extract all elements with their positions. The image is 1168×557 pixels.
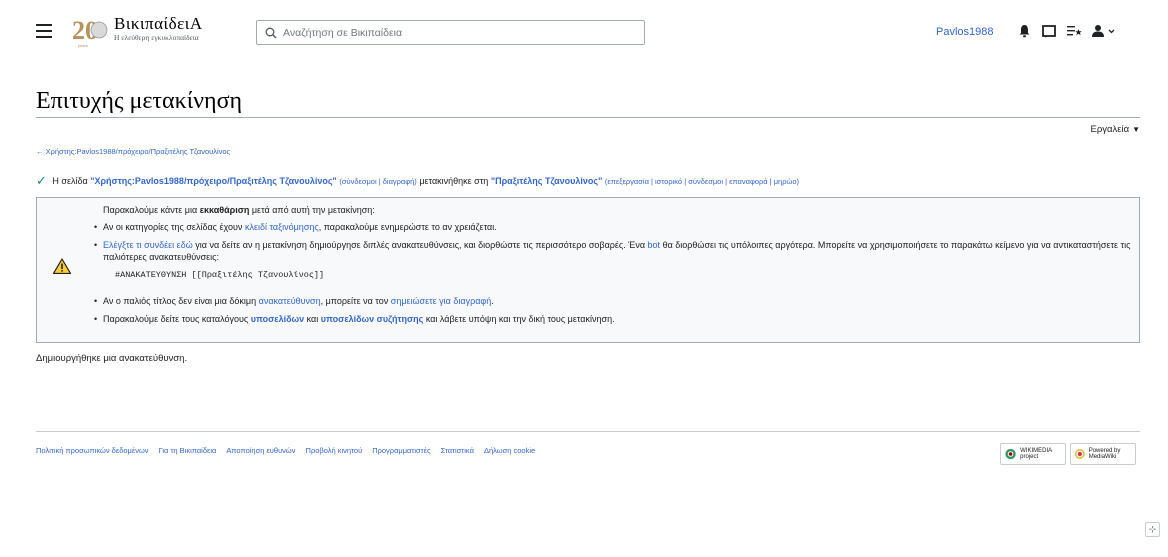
mediawiki-logo-icon — [1075, 449, 1085, 459]
success-prefix: Η σελίδα — [52, 176, 88, 186]
wikimedia-logo-icon — [1005, 448, 1016, 460]
mediawiki-badge-text: Powered by MediaWiki — [1088, 448, 1121, 460]
chevron-down-icon: ▼ — [1132, 125, 1140, 134]
cleanup-notice-box: Παρακαλούμε κάντε μια εκκαθάριση μετά απ… — [36, 197, 1140, 343]
list-item: Παρακαλούμε δείτε τους καταλόγους υποσελ… — [91, 313, 1131, 325]
notice-intro: Παρακαλούμε κάντε μια εκκαθάριση μετά απ… — [103, 205, 375, 215]
old-title-tools-links[interactable]: (σύνδεσμοι | διαγραφή) — [339, 177, 416, 186]
mediawiki-powered-badge[interactable]: Powered by MediaWiki — [1070, 443, 1136, 465]
svg-text:years: years — [78, 43, 88, 48]
footer-links: Πολιτική προσωπικών δεδομένων Για τη Βικ… — [36, 446, 535, 455]
what-links-here-link[interactable]: Ελέγξτε τι συνδέει εδώ — [103, 240, 193, 250]
search-box[interactable] — [256, 20, 645, 45]
back-to-old-page-link[interactable]: ← Χρήστης:Pavlos1988/πρόχειρο/Πραξιτέλης… — [36, 147, 230, 156]
wikimedia-badge-text: WIKIMEDIA project — [1020, 448, 1052, 460]
list-item: Αν ο παλιός τίτλος δεν είναι μια δόκιμη … — [91, 295, 1131, 307]
user-menu-icon[interactable] — [1091, 23, 1117, 39]
footer-link-cookie-statement[interactable]: Δήλωση cookie — [484, 446, 535, 455]
footer-link-developers[interactable]: Προγραμματιστές — [372, 446, 430, 455]
footer-link-disclaimers[interactable]: Αποποίηση ευθυνών — [226, 446, 295, 455]
watchlist-icon[interactable] — [1066, 23, 1082, 39]
new-title-tools-links[interactable]: (επεξεργασία | ιστορικό | σύνδεσμοι | επ… — [605, 177, 799, 186]
warning-icon — [53, 258, 71, 274]
title-divider — [36, 117, 1140, 118]
search-icon — [265, 27, 277, 38]
redirect-link[interactable]: ανακατεύθυνση — [259, 296, 321, 306]
page-title: Επιτυχής μετακίνηση — [36, 88, 243, 114]
subpages-link[interactable]: υποσελίδων — [251, 314, 304, 324]
site-header: 20 years ΒικιπαίδειΑ Η ελεύθερη εγκυκλοπ… — [0, 0, 1168, 62]
talk-subpages-link[interactable]: υποσελίδων συζήτησης — [321, 314, 424, 324]
list-item: Αν οι κατηγορίες της σελίδας έχουν κλειδ… — [91, 221, 1131, 233]
site-tagline: Η ελεύθερη εγκυκλοπαίδεια — [114, 33, 199, 42]
redirect-code-snippet: #ΑΝΑΚΑΤΕΥΘΥΝΣΗ [[Πραξιτέλης Τζανουλίνος]… — [115, 270, 325, 280]
success-middle: μετακινήθηκε στη — [419, 176, 489, 186]
old-title-link[interactable]: "Χρήστης:Pavlos1988/πρόχειρο/Πραξιτέλης … — [90, 176, 337, 186]
footer-link-mobile-view[interactable]: Προβολή κινητού — [306, 446, 363, 455]
bot-link[interactable]: bot — [648, 240, 661, 250]
sort-key-link[interactable]: κλειδί ταξινόμησης — [245, 222, 319, 232]
footer-link-about[interactable]: Για τη Βικιπαίδεια — [159, 446, 217, 455]
redirect-created-message: Δημιουργήθηκε μια ανακατεύθυνση. — [36, 353, 188, 364]
wikipedia-20-logo[interactable]: 20 years — [70, 13, 110, 49]
notices-tray-icon[interactable] — [1041, 23, 1057, 39]
tools-label: Εργαλεία — [1090, 124, 1130, 135]
success-check-icon: ✓ — [36, 173, 47, 188]
footer-link-statistics[interactable]: Στατιστικά — [441, 446, 474, 455]
notifications-bell-icon[interactable] — [1016, 23, 1032, 39]
new-title-link[interactable]: "Πραξιτέλης Τζανουλίνος" — [491, 176, 603, 186]
list-item: Ελέγξτε τι συνδέει εδώ για να δείτε αν η… — [91, 239, 1131, 281]
tools-menu-button[interactable]: Εργαλεία ▼ — [1091, 124, 1141, 135]
collapse-corner-icon[interactable]: ⊹ — [1145, 522, 1160, 537]
mark-for-deletion-link[interactable]: σημειώσετε για διαγραφή — [391, 296, 492, 306]
search-input[interactable] — [283, 26, 623, 39]
move-success-message: ✓ Η σελίδα "Χρήστης:Pavlos1988/πρόχειρο/… — [36, 173, 799, 189]
main-menu-button[interactable] — [36, 24, 52, 38]
site-wordmark[interactable]: ΒικιπαίδειΑ Η ελεύθερη εγκυκλοπαίδεια — [114, 15, 203, 43]
site-name: ΒικιπαίδειΑ — [114, 14, 203, 33]
footer-divider — [36, 431, 1140, 432]
footer-link-privacy[interactable]: Πολιτική προσωπικών δεδομένων — [36, 446, 149, 455]
user-page-link[interactable]: Pavlos1988 — [936, 26, 994, 38]
wikimedia-project-badge[interactable]: WIKIMEDIA project — [1000, 443, 1066, 465]
